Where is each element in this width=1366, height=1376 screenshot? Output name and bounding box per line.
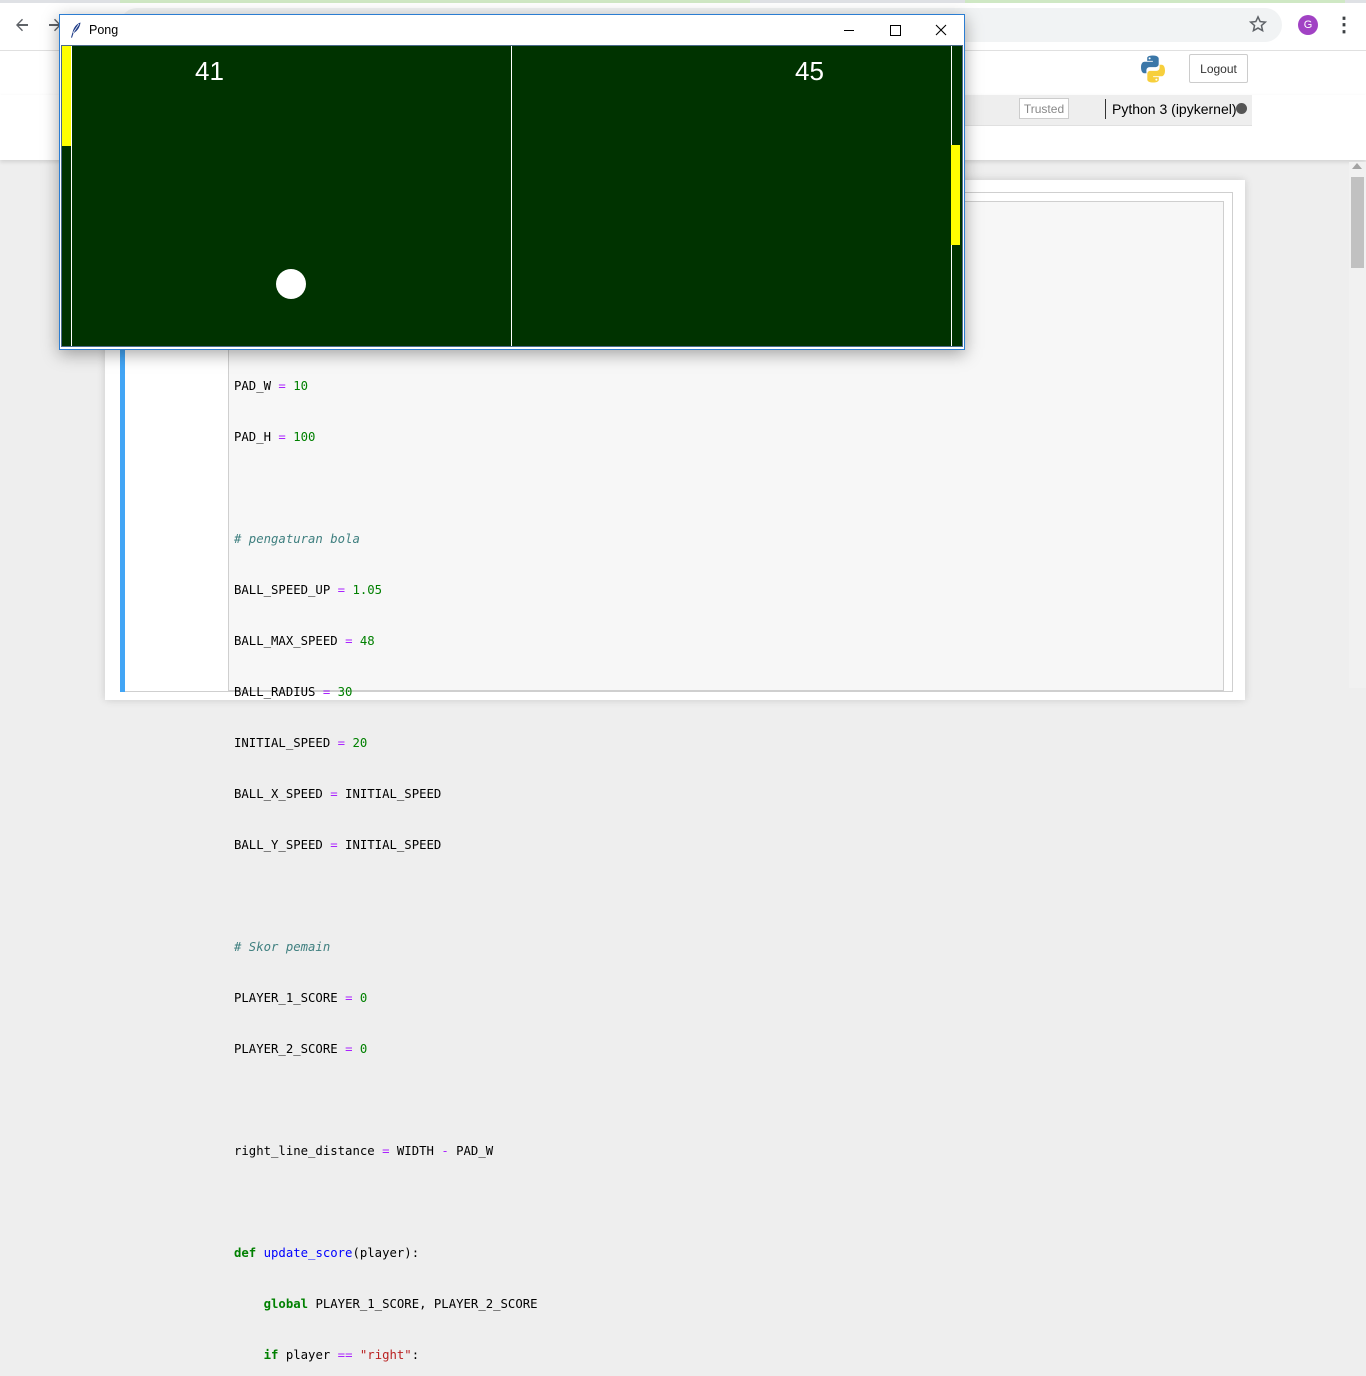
code-line: PAD_H = 100 xyxy=(234,430,316,444)
scrollbar-thumb[interactable] xyxy=(1351,177,1364,268)
code-line: BALL_SPEED_UP = 1.05 xyxy=(234,583,383,597)
code-line: if player == "right": xyxy=(263,1348,420,1362)
code-line: def update_score(player): xyxy=(234,1246,420,1260)
logout-button[interactable]: Logout xyxy=(1189,54,1248,83)
code-line: PLAYER_1_SCORE = 0 xyxy=(234,991,368,1005)
code-content: PAD_W = 10 PAD_H = 100 # pengaturan bola… xyxy=(234,344,538,1376)
pong-titlebar[interactable]: Pong xyxy=(60,15,964,45)
code-line: INITIAL_SPEED = 20 xyxy=(234,736,368,750)
code-line: BALL_RADIUS = 30 xyxy=(234,685,353,699)
close-icon xyxy=(935,24,947,36)
kebab-menu-icon[interactable]: ⋮ xyxy=(1334,13,1354,37)
center-line xyxy=(511,46,512,346)
close-button[interactable] xyxy=(918,15,964,45)
code-line: BALL_MAX_SPEED = 48 xyxy=(234,634,375,648)
arrow-left-icon xyxy=(16,18,28,32)
code-line: # Skor pemain xyxy=(234,940,331,954)
player-2-score: 45 xyxy=(795,56,824,86)
window-title: Pong xyxy=(89,23,119,37)
tk-feather-icon xyxy=(71,22,81,38)
bookmark-star-button[interactable] xyxy=(1247,13,1269,35)
pong-canvas[interactable]: 41 45 xyxy=(61,45,963,347)
tab-strip xyxy=(0,0,1366,3)
minimize-button[interactable] xyxy=(826,15,872,45)
code-line: PAD_W = 10 xyxy=(234,379,309,393)
code-line: # pengaturan bola xyxy=(234,532,360,546)
code-line: BALL_X_SPEED = INITIAL_SPEED xyxy=(234,787,442,801)
left-gutter-line xyxy=(71,46,72,346)
code-line: BALL_Y_SPEED = INITIAL_SPEED xyxy=(234,838,442,852)
ball xyxy=(276,269,306,299)
kernel-name[interactable]: Python 3 (ipykernel) xyxy=(1112,100,1237,118)
maximize-button[interactable] xyxy=(872,15,918,45)
kernel-busy-indicator xyxy=(1236,103,1247,114)
maximize-icon xyxy=(890,25,901,36)
code-line: global PLAYER_1_SCORE, PLAYER_2_SCORE xyxy=(263,1297,538,1311)
scroll-up-arrow-icon[interactable] xyxy=(1352,163,1362,169)
code-line: PLAYER_2_SCORE = 0 xyxy=(234,1042,368,1056)
trusted-badge[interactable]: Trusted xyxy=(1019,98,1069,119)
kernel-separator xyxy=(1105,99,1106,119)
left-paddle xyxy=(62,46,71,146)
minimize-icon xyxy=(844,30,854,31)
star-icon xyxy=(1248,15,1268,33)
python-logo-icon xyxy=(1138,54,1168,84)
right-paddle xyxy=(951,145,960,245)
profile-avatar[interactable]: G xyxy=(1298,15,1318,35)
player-1-score: 41 xyxy=(195,56,224,86)
code-line: right_line_distance = WIDTH - PAD_W xyxy=(234,1144,494,1158)
pong-window[interactable]: Pong 41 45 xyxy=(59,14,965,350)
back-button[interactable] xyxy=(11,14,33,36)
